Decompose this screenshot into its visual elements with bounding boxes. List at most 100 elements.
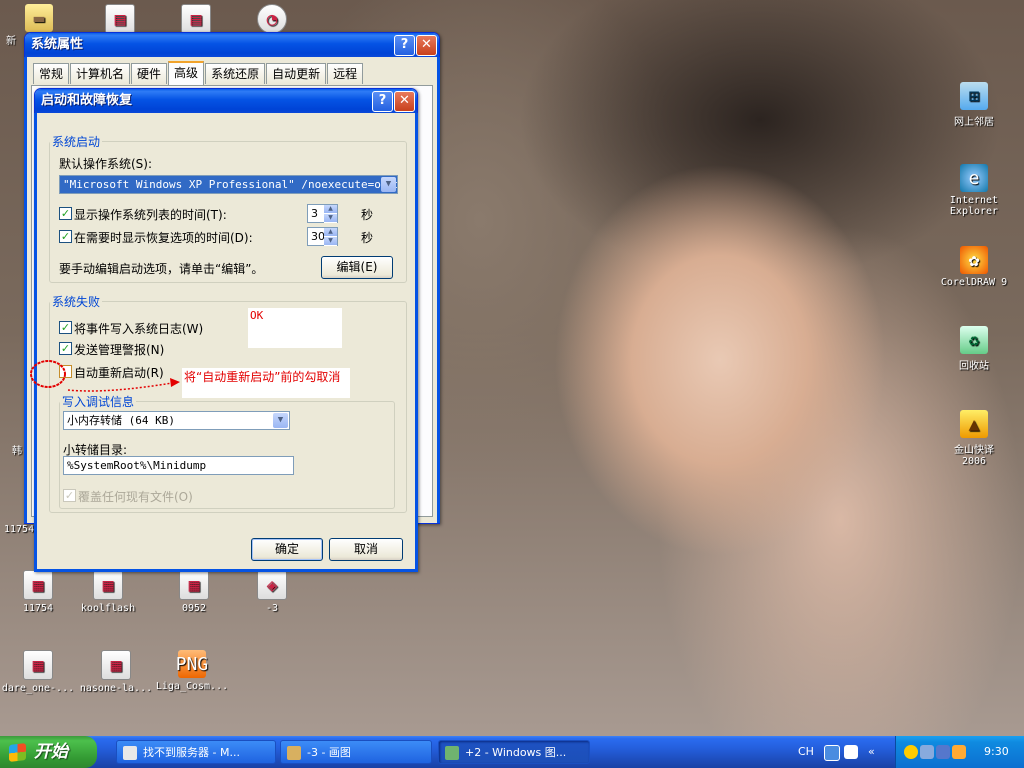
desktop-icon-ie[interactable]: e Internet Explorer	[936, 164, 1012, 217]
default-os-value: "Microsoft Windows XP Professional" /noe…	[63, 178, 398, 191]
desktop-icon-label: CorelDRAW 9	[940, 277, 1008, 288]
close-button[interactable]: ✕	[394, 91, 415, 112]
annotation-circle	[30, 360, 66, 388]
tab-remote[interactable]: 远程	[327, 63, 364, 84]
document-icon: ▤	[105, 4, 135, 34]
input-method-icon[interactable]	[824, 745, 840, 761]
spinner-buttons: ▲ ▼	[324, 205, 337, 223]
clock[interactable]: 9:30	[984, 736, 1009, 768]
window-frame-bottom	[34, 569, 418, 572]
security-icon[interactable]	[952, 745, 966, 759]
start-label: 开始	[34, 742, 68, 762]
tab-computer-name[interactable]: 计算机名	[70, 63, 131, 84]
chevron-down-icon[interactable]: ▼	[381, 177, 396, 192]
chevron-left-icon[interactable]: «	[868, 736, 875, 768]
write-log-checkbox[interactable]: ✓	[59, 321, 72, 334]
dump-type-select[interactable]: 小内存转储 (64 KB) ▼	[63, 411, 290, 430]
window-frame-right	[415, 113, 418, 571]
spinner-down-icon[interactable]: ▼	[324, 214, 337, 223]
desktop-icon-label: 11754	[22, 603, 54, 614]
desktop-icon-liga[interactable]: PNG Liga_Cosm...	[154, 650, 230, 692]
window-title: 系统属性	[31, 37, 84, 52]
annotation-arrow-line	[67, 381, 179, 392]
network-tray-icon[interactable]	[920, 745, 934, 759]
dialog-title: 启动和故障恢复	[41, 93, 133, 108]
cancel-button[interactable]: 取消	[329, 538, 403, 561]
show-os-list-checkbox[interactable]: ✓	[59, 207, 72, 220]
spinner-buttons: ▲ ▼	[324, 228, 337, 246]
language-indicator[interactable]: CH	[798, 736, 814, 768]
show-recovery-checkbox[interactable]: ✓	[59, 230, 72, 243]
file-icon: ▦	[23, 570, 53, 600]
desktop-icon-koolflash[interactable]: ▦ koolflash	[70, 570, 146, 614]
start-button[interactable]: 开始	[0, 736, 97, 768]
startup-legend: 系统启动	[52, 135, 101, 149]
help-button[interactable]: ?	[372, 91, 393, 112]
help-button[interactable]: ?	[394, 35, 415, 56]
taskbar-item-paint[interactable]: -3 - 画图	[280, 740, 432, 764]
window-frame-right	[437, 57, 440, 523]
desktop-icon-kingsoft[interactable]: ▲ 金山快译 2006	[936, 410, 1012, 467]
dump-dir-input[interactable]: %SystemRoot%\Minidump	[63, 456, 294, 475]
desktop-icon-label: koolflash	[80, 603, 136, 614]
desktop-icon-corel[interactable]: ✿ CorelDRAW 9	[936, 246, 1012, 288]
desktop-icon-label: Internet Explorer	[949, 195, 999, 217]
dump-type-value: 小内存转储 (64 KB)	[67, 414, 175, 427]
tab-hardware[interactable]: 硬件	[131, 63, 168, 84]
desktop-label-partial-11754: 11754	[4, 524, 35, 535]
spinner-up-icon[interactable]: ▲	[324, 228, 337, 237]
window-frame-left	[34, 113, 37, 571]
taskbar-item-image-viewer[interactable]: +2 - Windows 图...	[438, 740, 590, 764]
tab-auto-update[interactable]: 自动更新	[266, 63, 327, 84]
show-recovery-spinner[interactable]: 30 ▲ ▼	[307, 227, 338, 246]
desktop-icon-dare-one[interactable]: ▦ dare_one-...	[0, 650, 76, 694]
help-icon[interactable]	[844, 745, 858, 759]
desktop-icon-recycle-bin[interactable]: ♻ 回收站	[936, 326, 1012, 372]
show-os-list-spinner[interactable]: 3 ▲ ▼	[307, 204, 338, 223]
document-icon: ▤	[181, 4, 211, 34]
annotation-ok-box: OK	[248, 308, 342, 348]
app-icon: ◔	[257, 4, 287, 34]
desktop-icon-label: dare_one-...	[1, 683, 75, 694]
kingsoft-icon: ▲	[960, 410, 988, 438]
qq-icon[interactable]	[904, 745, 918, 759]
annotation-note-box: 将“自动重新启动”前的勾取消	[182, 368, 350, 398]
tab-system-restore[interactable]: 系统还原	[205, 63, 266, 84]
chevron-down-icon[interactable]: ▼	[273, 413, 288, 428]
taskbar-item-browser[interactable]: 找不到服务器 - M...	[116, 740, 276, 764]
startup-recovery-dialog[interactable]: 启动和故障恢复 ? ✕ 系统启动 默认操作系统(S): "Microsoft W…	[34, 88, 418, 572]
tab-advanced[interactable]: 高级	[168, 61, 205, 85]
desktop-icon-minus3[interactable]: ◈ -3	[234, 570, 310, 614]
annotation-circle-arrow	[30, 360, 180, 392]
annotation-arrow-head	[170, 378, 180, 387]
default-os-select[interactable]: "Microsoft Windows XP Professional" /noe…	[59, 175, 398, 194]
tab-general[interactable]: 常规	[33, 63, 70, 84]
desktop-icon-nasone[interactable]: ▦ nasone-la...	[78, 650, 154, 694]
browser-window-icon	[123, 746, 137, 760]
startup-recovery-titlebar[interactable]: 启动和故障恢复 ? ✕	[35, 89, 417, 113]
desktop-icon-0952[interactable]: ▦ 0952	[156, 570, 232, 614]
ok-button[interactable]: 确定	[251, 538, 323, 561]
edit-hint: 要手动编辑启动选项，请单击“编辑”。	[59, 262, 264, 276]
annotation-ok: OK	[250, 309, 264, 322]
png-icon: PNG	[176, 650, 208, 678]
desktop-icon-network[interactable]: ⊞ 网上邻居	[936, 82, 1012, 128]
desktop-icon-label: 0952	[181, 603, 207, 614]
volume-icon[interactable]	[936, 745, 950, 759]
network-icon: ⊞	[960, 82, 988, 110]
desktop-icon-folder[interactable]: ▬	[14, 4, 64, 35]
spinner-up-icon[interactable]: ▲	[324, 205, 337, 214]
spinner-down-icon[interactable]: ▼	[324, 237, 337, 246]
windows-flag-icon	[9, 743, 26, 762]
paint-icon	[287, 746, 301, 760]
task-label: +2 - Windows 图...	[465, 746, 567, 759]
overwrite-checkbox[interactable]: ✓	[63, 489, 76, 502]
file-icon: ▦	[101, 650, 131, 680]
edit-button[interactable]: 编辑(E)	[321, 256, 393, 279]
desktop-icon-11754[interactable]: ▦ 11754	[0, 570, 76, 614]
image-viewer-icon	[445, 746, 459, 760]
overwrite-label: 覆盖任何现有文件(O)	[78, 490, 193, 504]
corel-icon: ✿	[960, 246, 988, 274]
system-properties-titlebar[interactable]: 系统属性 ? ✕	[25, 33, 439, 57]
close-button[interactable]: ✕	[416, 35, 437, 56]
